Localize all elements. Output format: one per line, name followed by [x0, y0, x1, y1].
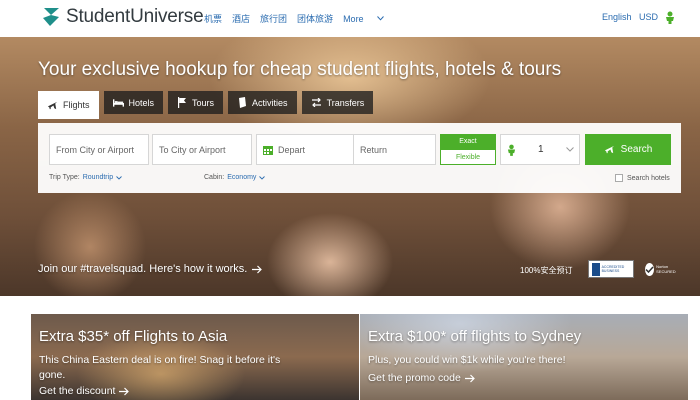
- cabin-value: Economy: [227, 174, 257, 181]
- traveler-icon: [507, 144, 516, 156]
- promo-title: Extra $100* off flights to Sydney: [368, 328, 582, 345]
- nav-item-tours[interactable]: 旅行团: [260, 12, 287, 25]
- flexible-dates-option[interactable]: Flexible: [440, 149, 496, 165]
- tab-hotels-label: Hotels: [128, 97, 155, 108]
- promo-link-label: Get the promo code: [368, 372, 461, 384]
- promo-link[interactable]: Get the promo code: [368, 372, 475, 384]
- trip-type-value: Roundtrip: [82, 174, 114, 181]
- promo-card-asia[interactable]: Extra $35* off Flights to Asia This Chin…: [31, 314, 359, 400]
- activities-icon: [239, 97, 247, 108]
- travelsquad-link[interactable]: Join our #travelsquad. Here's how it wor…: [38, 263, 263, 275]
- plane-icon: [47, 101, 58, 109]
- tab-tours[interactable]: Tours: [168, 91, 224, 114]
- travelsquad-text: Join our #travelsquad. Here's how it wor…: [38, 263, 248, 275]
- top-navigation-bar: StudentUniverse 机票 酒店 旅行团 团体旅游 More Engl…: [0, 0, 700, 37]
- cabin-class-selector[interactable]: Cabin: Economy: [204, 174, 266, 181]
- checkbox-box[interactable]: [615, 174, 623, 182]
- hero-banner: Your exclusive hookup for cheap student …: [0, 37, 700, 296]
- language-selector[interactable]: English: [602, 12, 632, 22]
- chevron-down-icon: [116, 175, 122, 180]
- arrow-right-icon: [119, 387, 130, 395]
- passenger-count-select[interactable]: 1: [500, 134, 580, 165]
- brand-name: StudentUniverse: [66, 6, 204, 27]
- tab-transfers-label: Transfers: [326, 97, 365, 108]
- search-button[interactable]: Search: [585, 134, 671, 165]
- promo-card-sydney[interactable]: Extra $100* off flights to Sydney Plus, …: [360, 314, 688, 400]
- tab-hotels[interactable]: Hotels: [103, 91, 164, 114]
- plane-icon: [604, 145, 614, 154]
- secure-booking-text: 100%安全预订: [520, 266, 573, 275]
- chevron-down-icon: [376, 16, 384, 21]
- logo-mark-icon: [43, 8, 59, 26]
- trip-type-selector[interactable]: Trip Type: Roundtrip: [49, 174, 122, 181]
- exact-dates-option[interactable]: Exact: [440, 134, 496, 149]
- norton-badge-text: Norton SECURED: [656, 264, 676, 274]
- tab-activities-label: Activities: [252, 97, 288, 108]
- hero-headline: Your exclusive hookup for cheap student …: [38, 59, 562, 80]
- return-date-field[interactable]: Return: [353, 135, 387, 164]
- tab-tours-label: Tours: [192, 97, 215, 108]
- cabin-label: Cabin:: [204, 174, 225, 181]
- chevron-down-icon: [259, 175, 266, 180]
- passenger-count-value: 1: [538, 144, 544, 155]
- bed-icon: [112, 99, 124, 107]
- product-tabs: Flights Hotels Tours Activities Transfer…: [38, 91, 378, 119]
- promo-link[interactable]: Get the discount: [39, 385, 130, 397]
- search-hotels-label: Search hotels: [627, 174, 670, 182]
- currency-selector[interactable]: USD: [639, 12, 658, 22]
- date-flexibility-toggle: Exact Flexible: [440, 134, 496, 165]
- arrow-right-icon: [464, 374, 475, 382]
- tab-transfers[interactable]: Transfers: [301, 91, 374, 114]
- nav-item-group-travel[interactable]: 团体旅游: [297, 12, 333, 25]
- chevron-down-icon: [566, 147, 574, 152]
- to-airport-input[interactable]: To City or Airport: [152, 134, 252, 165]
- trip-type-label: Trip Type:: [49, 174, 80, 181]
- to-placeholder: To City or Airport: [159, 144, 226, 155]
- promo-section: Extra $35* off Flights to Asia This Chin…: [0, 296, 700, 400]
- nav-item-hotels[interactable]: 酒店: [232, 12, 250, 25]
- promo-title: Extra $35* off Flights to Asia: [39, 328, 228, 345]
- promo-description: This China Eastern deal is on fire! Snag…: [39, 354, 281, 381]
- studentuniverse-logo[interactable]: StudentUniverse: [41, 6, 204, 28]
- nav-item-flights[interactable]: 机票: [204, 12, 222, 25]
- promo-link-label: Get the discount: [39, 385, 116, 397]
- bbb-accredited-badge: ACCREDITED BUSINESS: [588, 260, 634, 278]
- tab-activities[interactable]: Activities: [228, 91, 297, 114]
- tab-flights-label: Flights: [63, 100, 90, 110]
- nav-more-menu[interactable]: More: [343, 12, 384, 25]
- bbb-badge-text: ACCREDITED BUSINESS: [601, 265, 625, 273]
- search-hotels-checkbox[interactable]: Search hotels: [615, 174, 670, 182]
- tab-flights[interactable]: Flights: [38, 91, 99, 119]
- user-account-icon[interactable]: [665, 11, 675, 24]
- norton-secured-badge: Norton SECURED: [645, 260, 679, 278]
- bbb-torch-icon: [592, 262, 600, 276]
- depart-date-field[interactable]: Depart: [278, 145, 305, 155]
- flight-search-form: From City or Airport To City or Airport …: [38, 123, 681, 193]
- checkmark-icon: [645, 262, 655, 276]
- more-label: More: [343, 13, 364, 24]
- promo-description: Plus, you could win $1k while you're the…: [368, 354, 566, 366]
- date-range-input[interactable]: Depart Return: [256, 134, 436, 165]
- transfers-icon: [311, 98, 321, 107]
- main-nav: 机票 酒店 旅行团 团体旅游 More: [204, 12, 394, 25]
- from-placeholder: From City or Airport: [56, 144, 135, 155]
- arrow-right-icon: [252, 265, 263, 273]
- calendar-icon: [263, 145, 273, 155]
- search-button-label: Search: [620, 144, 653, 155]
- from-airport-input[interactable]: From City or Airport: [49, 134, 149, 165]
- flag-icon: [178, 97, 187, 108]
